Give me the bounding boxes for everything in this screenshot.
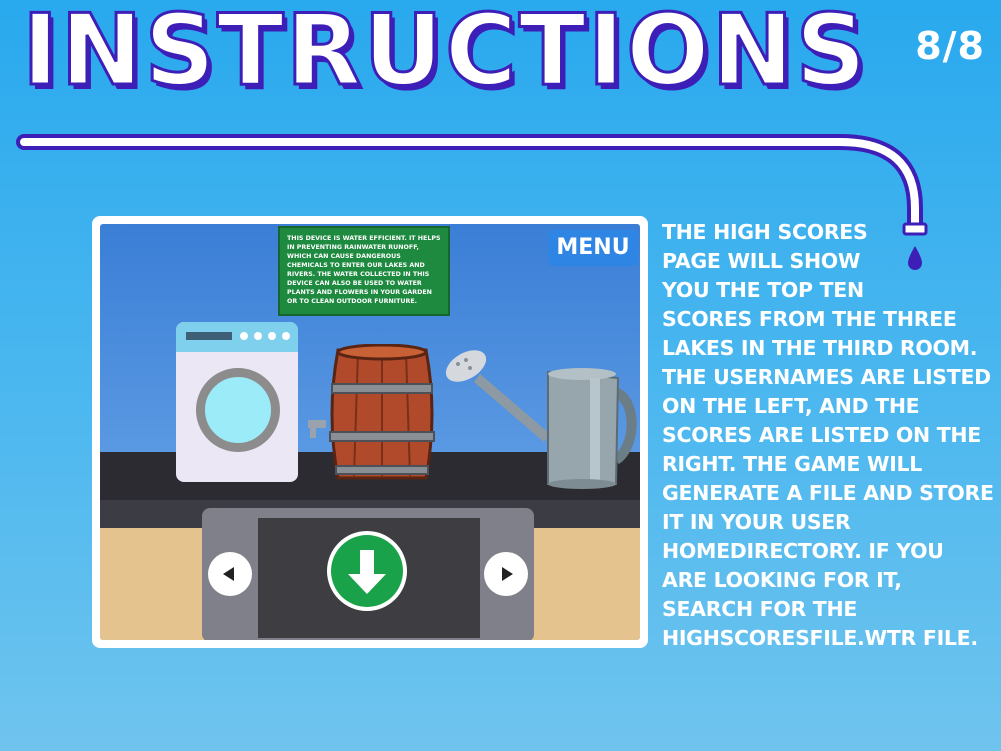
down-button[interactable]	[326, 530, 408, 612]
arrow-right-icon	[502, 567, 513, 581]
washer-knob	[282, 332, 290, 340]
washing-machine[interactable]	[176, 322, 298, 482]
washer-knob	[268, 332, 276, 340]
previous-button[interactable]	[208, 552, 252, 596]
preview-screenshot: This device is water efficient. It helps…	[92, 216, 648, 648]
barrel-tap	[308, 420, 326, 428]
washer-display	[186, 332, 232, 340]
instruction-text: The high scores page will show you the t…	[662, 220, 994, 650]
info-box: This device is water efficient. It helps…	[278, 226, 450, 316]
next-button[interactable]	[484, 552, 528, 596]
arrow-left-icon	[223, 567, 234, 581]
washer-knob	[254, 332, 262, 340]
barrel-tap-spout	[310, 428, 316, 438]
washer-knob	[240, 332, 248, 340]
menu-button[interactable]: MENU	[548, 230, 638, 266]
rain-barrel[interactable]	[326, 344, 438, 484]
washer-door	[196, 368, 280, 452]
watering-can[interactable]	[440, 334, 640, 494]
preview-scene: This device is water efficient. It helps…	[100, 224, 640, 640]
controller-panel	[202, 508, 534, 640]
